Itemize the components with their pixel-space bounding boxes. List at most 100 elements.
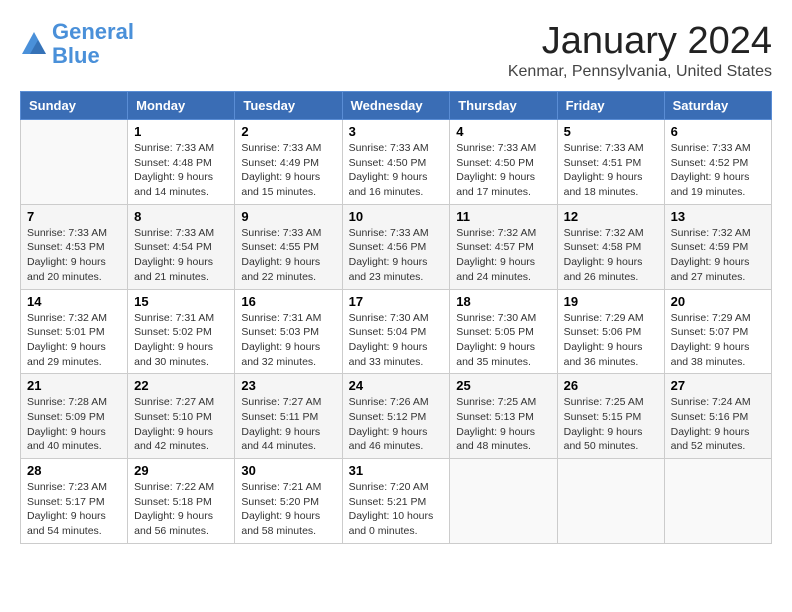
calendar-day-cell: 11Sunrise: 7:32 AM Sunset: 4:57 PM Dayli… xyxy=(450,204,557,289)
day-number: 4 xyxy=(456,124,550,139)
calendar-day-cell: 2 Sunrise: 7:33 AM Sunset: 4:49 PM Daylig… xyxy=(235,120,342,205)
calendar-day-cell: 6 Sunrise: 7:33 AM Sunset: 4:52 PM Daylig… xyxy=(664,120,771,205)
logo-line1: General xyxy=(52,19,134,44)
calendar-day-cell: 27Sunrise: 7:24 AM Sunset: 5:16 PM Dayli… xyxy=(664,374,771,459)
calendar-day-cell: 17 Sunrise: 7:30 AM Sunset: 5:04 PM Dayli… xyxy=(342,289,450,374)
calendar-day-cell: 29 Sunrise: 7:22 AM Sunset: 5:18 PM Dayli… xyxy=(128,459,235,544)
weekday-header-cell: Sunday xyxy=(21,92,128,120)
calendar-day-cell: 20Sunrise: 7:29 AM Sunset: 5:07 PM Dayli… xyxy=(664,289,771,374)
calendar-day-cell: 3Sunrise: 7:33 AM Sunset: 4:50 PM Daylig… xyxy=(342,120,450,205)
calendar-day-cell: 5 Sunrise: 7:33 AM Sunset: 4:51 PM Daylig… xyxy=(557,120,664,205)
day-info: Sunrise: 7:29 AM Sunset: 5:06 PM Dayligh… xyxy=(564,311,658,370)
weekday-header-cell: Wednesday xyxy=(342,92,450,120)
day-number: 6 xyxy=(671,124,765,139)
calendar-day-cell: 18 Sunrise: 7:30 AM Sunset: 5:05 PM Dayli… xyxy=(450,289,557,374)
day-info: Sunrise: 7:32 AM Sunset: 5:01 PM Dayligh… xyxy=(27,311,121,370)
weekday-header-cell: Saturday xyxy=(664,92,771,120)
day-number: 29 xyxy=(134,463,228,478)
calendar-day-cell xyxy=(664,459,771,544)
day-info: Sunrise: 7:27 AM Sunset: 5:11 PM Dayligh… xyxy=(241,395,335,454)
day-info: Sunrise: 7:27 AM Sunset: 5:10 PM Dayligh… xyxy=(134,395,228,454)
calendar-day-cell: 14 Sunrise: 7:32 AM Sunset: 5:01 PM Dayli… xyxy=(21,289,128,374)
day-number: 11 xyxy=(456,209,550,224)
calendar-day-cell: 30 Sunrise: 7:21 AM Sunset: 5:20 PM Dayli… xyxy=(235,459,342,544)
calendar-day-cell: 15 Sunrise: 7:31 AM Sunset: 5:02 PM Dayli… xyxy=(128,289,235,374)
day-info: Sunrise: 7:33 AM Sunset: 4:50 PM Dayligh… xyxy=(456,141,550,200)
calendar-day-cell: 21Sunrise: 7:28 AM Sunset: 5:09 PM Dayli… xyxy=(21,374,128,459)
day-number: 31 xyxy=(349,463,444,478)
day-number: 17 xyxy=(349,294,444,309)
day-number: 13 xyxy=(671,209,765,224)
day-number: 23 xyxy=(241,378,335,393)
day-info: Sunrise: 7:26 AM Sunset: 5:12 PM Dayligh… xyxy=(349,395,444,454)
day-info: Sunrise: 7:25 AM Sunset: 5:15 PM Dayligh… xyxy=(564,395,658,454)
calendar-week-row: 14 Sunrise: 7:32 AM Sunset: 5:01 PM Dayli… xyxy=(21,289,772,374)
day-info: Sunrise: 7:33 AM Sunset: 4:54 PM Dayligh… xyxy=(134,226,228,285)
day-number: 30 xyxy=(241,463,335,478)
day-number: 12 xyxy=(564,209,658,224)
calendar-day-cell: 4 Sunrise: 7:33 AM Sunset: 4:50 PM Daylig… xyxy=(450,120,557,205)
logo-text: General Blue xyxy=(52,20,134,68)
calendar-day-cell: 10Sunrise: 7:33 AM Sunset: 4:56 PM Dayli… xyxy=(342,204,450,289)
day-info: Sunrise: 7:20 AM Sunset: 5:21 PM Dayligh… xyxy=(349,480,444,539)
day-info: Sunrise: 7:33 AM Sunset: 4:52 PM Dayligh… xyxy=(671,141,765,200)
calendar-day-cell: 7 Sunrise: 7:33 AM Sunset: 4:53 PM Daylig… xyxy=(21,204,128,289)
day-number: 18 xyxy=(456,294,550,309)
calendar-day-cell: 9Sunrise: 7:33 AM Sunset: 4:55 PM Daylig… xyxy=(235,204,342,289)
logo-icon xyxy=(20,30,48,58)
calendar-day-cell: 26 Sunrise: 7:25 AM Sunset: 5:15 PM Dayli… xyxy=(557,374,664,459)
weekday-header-cell: Tuesday xyxy=(235,92,342,120)
day-info: Sunrise: 7:29 AM Sunset: 5:07 PM Dayligh… xyxy=(671,311,765,370)
day-info: Sunrise: 7:23 AM Sunset: 5:17 PM Dayligh… xyxy=(27,480,121,539)
calendar-week-row: 7 Sunrise: 7:33 AM Sunset: 4:53 PM Daylig… xyxy=(21,204,772,289)
calendar-day-cell xyxy=(450,459,557,544)
calendar-subtitle: Kenmar, Pennsylvania, United States xyxy=(508,63,772,81)
day-info: Sunrise: 7:28 AM Sunset: 5:09 PM Dayligh… xyxy=(27,395,121,454)
weekday-header-cell: Thursday xyxy=(450,92,557,120)
day-number: 9 xyxy=(241,209,335,224)
day-number: 15 xyxy=(134,294,228,309)
calendar-day-cell: 19 Sunrise: 7:29 AM Sunset: 5:06 PM Dayli… xyxy=(557,289,664,374)
day-number: 24 xyxy=(349,378,444,393)
calendar-day-cell: 22Sunrise: 7:27 AM Sunset: 5:10 PM Dayli… xyxy=(128,374,235,459)
calendar-day-cell: 23 Sunrise: 7:27 AM Sunset: 5:11 PM Dayli… xyxy=(235,374,342,459)
day-number: 16 xyxy=(241,294,335,309)
day-info: Sunrise: 7:31 AM Sunset: 5:03 PM Dayligh… xyxy=(241,311,335,370)
day-info: Sunrise: 7:33 AM Sunset: 4:51 PM Dayligh… xyxy=(564,141,658,200)
calendar-day-cell: 24 Sunrise: 7:26 AM Sunset: 5:12 PM Dayli… xyxy=(342,374,450,459)
day-info: Sunrise: 7:30 AM Sunset: 5:04 PM Dayligh… xyxy=(349,311,444,370)
day-number: 8 xyxy=(134,209,228,224)
day-number: 5 xyxy=(564,124,658,139)
calendar-day-cell: 16 Sunrise: 7:31 AM Sunset: 5:03 PM Dayli… xyxy=(235,289,342,374)
day-info: Sunrise: 7:30 AM Sunset: 5:05 PM Dayligh… xyxy=(456,311,550,370)
calendar-table: SundayMondayTuesdayWednesdayThursdayFrid… xyxy=(20,91,772,544)
logo: General Blue xyxy=(20,20,134,68)
calendar-day-cell: 12Sunrise: 7:32 AM Sunset: 4:58 PM Dayli… xyxy=(557,204,664,289)
calendar-day-cell: 28 Sunrise: 7:23 AM Sunset: 5:17 PM Dayli… xyxy=(21,459,128,544)
logo-line2: Blue xyxy=(52,43,100,68)
weekday-header-row: SundayMondayTuesdayWednesdayThursdayFrid… xyxy=(21,92,772,120)
calendar-day-cell xyxy=(21,120,128,205)
calendar-day-cell: 13 Sunrise: 7:32 AM Sunset: 4:59 PM Dayli… xyxy=(664,204,771,289)
day-info: Sunrise: 7:25 AM Sunset: 5:13 PM Dayligh… xyxy=(456,395,550,454)
day-info: Sunrise: 7:33 AM Sunset: 4:49 PM Dayligh… xyxy=(241,141,335,200)
day-number: 7 xyxy=(27,209,121,224)
day-number: 28 xyxy=(27,463,121,478)
day-info: Sunrise: 7:22 AM Sunset: 5:18 PM Dayligh… xyxy=(134,480,228,539)
day-info: Sunrise: 7:33 AM Sunset: 4:48 PM Dayligh… xyxy=(134,141,228,200)
calendar-week-row: 21Sunrise: 7:28 AM Sunset: 5:09 PM Dayli… xyxy=(21,374,772,459)
calendar-title: January 2024 xyxy=(508,20,772,63)
day-info: Sunrise: 7:33 AM Sunset: 4:53 PM Dayligh… xyxy=(27,226,121,285)
day-number: 2 xyxy=(241,124,335,139)
day-number: 19 xyxy=(564,294,658,309)
day-number: 14 xyxy=(27,294,121,309)
day-info: Sunrise: 7:33 AM Sunset: 4:56 PM Dayligh… xyxy=(349,226,444,285)
calendar-day-cell xyxy=(557,459,664,544)
weekday-header-cell: Monday xyxy=(128,92,235,120)
day-info: Sunrise: 7:21 AM Sunset: 5:20 PM Dayligh… xyxy=(241,480,335,539)
day-info: Sunrise: 7:31 AM Sunset: 5:02 PM Dayligh… xyxy=(134,311,228,370)
calendar-body: 1Sunrise: 7:33 AM Sunset: 4:48 PM Daylig… xyxy=(21,120,772,544)
day-info: Sunrise: 7:32 AM Sunset: 4:59 PM Dayligh… xyxy=(671,226,765,285)
day-number: 26 xyxy=(564,378,658,393)
calendar-day-cell: 1Sunrise: 7:33 AM Sunset: 4:48 PM Daylig… xyxy=(128,120,235,205)
